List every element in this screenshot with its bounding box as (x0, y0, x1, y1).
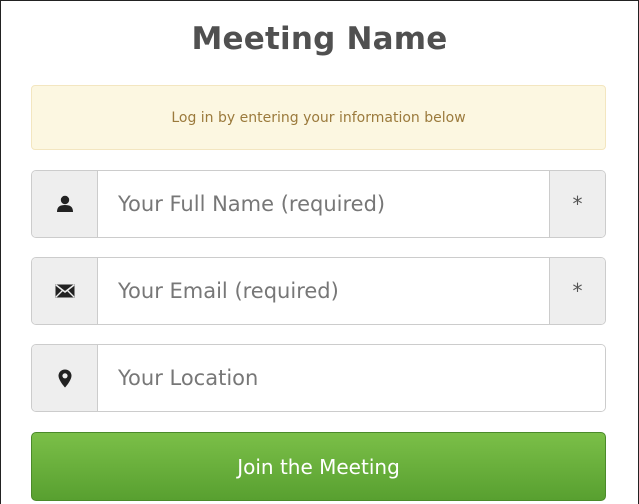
required-marker-email: * (549, 258, 605, 324)
info-notice: Log in by entering your information belo… (31, 85, 606, 150)
page-title: Meeting Name (191, 21, 448, 57)
email-input[interactable] (98, 258, 549, 324)
location-group (31, 344, 606, 412)
login-panel: Meeting Name Log in by entering your inf… (0, 0, 639, 504)
user-icon (56, 195, 74, 213)
email-group: * (31, 257, 606, 325)
required-marker-name: * (549, 171, 605, 237)
location-addon (32, 345, 98, 411)
join-meeting-button[interactable]: Join the Meeting (31, 432, 606, 501)
full-name-addon (32, 171, 98, 237)
map-marker-icon (58, 369, 72, 388)
email-addon (32, 258, 98, 324)
location-input[interactable] (98, 345, 605, 411)
full-name-group: * (31, 170, 606, 238)
full-name-input[interactable] (98, 171, 549, 237)
envelope-icon (55, 284, 75, 298)
